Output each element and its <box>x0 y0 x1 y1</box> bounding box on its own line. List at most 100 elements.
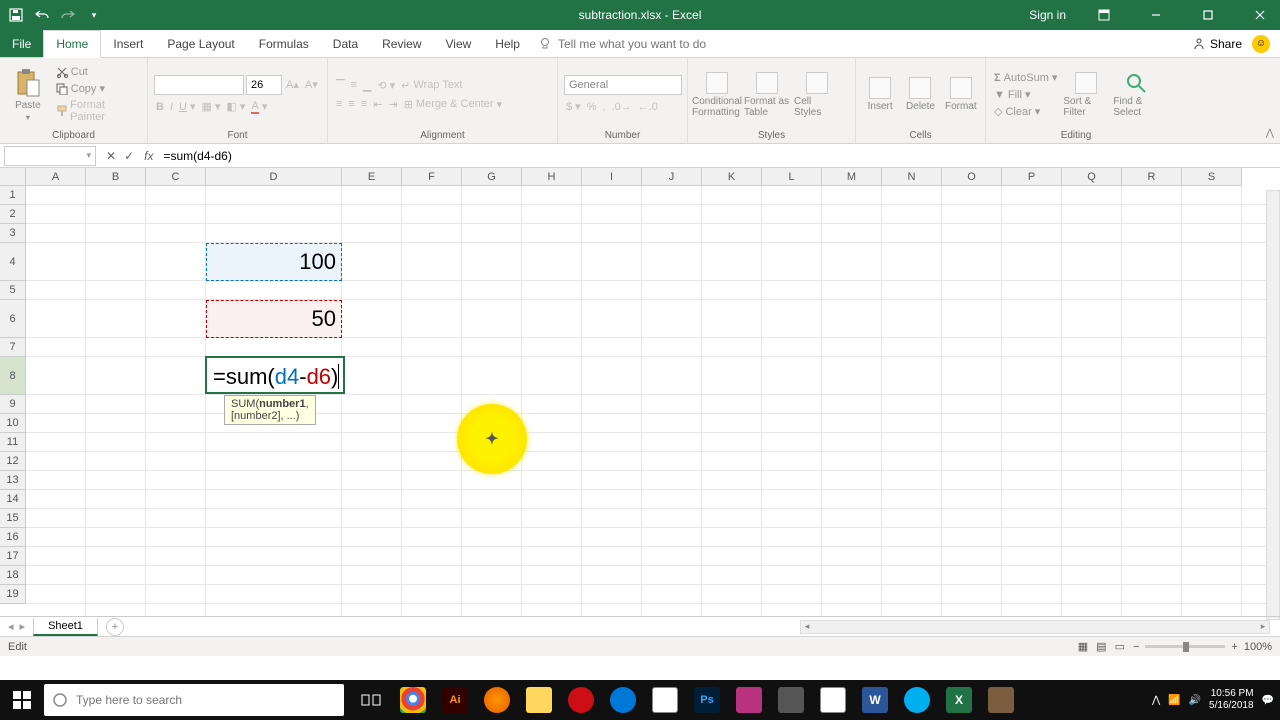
font-name-input[interactable] <box>154 75 244 95</box>
collapse-ribbon-icon[interactable]: ⋀ <box>1266 128 1274 139</box>
accounting-format-icon[interactable]: $ ▾ <box>564 99 583 114</box>
fx-icon[interactable]: fx <box>144 149 159 163</box>
page-break-view-icon[interactable]: ▭ <box>1115 640 1125 653</box>
sheet-tab-sheet1[interactable]: Sheet1 <box>33 618 98 636</box>
col-head-l[interactable]: L <box>762 168 822 186</box>
col-head-k[interactable]: K <box>702 168 762 186</box>
taskbar-opera-icon[interactable] <box>562 680 600 720</box>
col-head-c[interactable]: C <box>146 168 206 186</box>
enter-formula-icon[interactable]: ✓ <box>124 149 134 163</box>
cut-button[interactable]: Cut <box>54 65 141 79</box>
cell-d8-editing[interactable]: =sum(d4-d6) <box>205 356 345 394</box>
sheet-nav-prev-icon[interactable]: ◂ <box>8 620 14 633</box>
taskbar-edge-icon[interactable] <box>604 680 642 720</box>
row-head-4[interactable]: 4 <box>0 243 26 281</box>
normal-view-icon[interactable]: ▦ <box>1078 640 1088 653</box>
col-head-n[interactable]: N <box>882 168 942 186</box>
taskbar-search[interactable] <box>44 684 344 716</box>
col-head-d[interactable]: D <box>206 168 342 186</box>
row-head-1[interactable]: 1 <box>0 186 26 205</box>
row-head-7[interactable]: 7 <box>0 338 26 357</box>
tab-formulas[interactable]: Formulas <box>247 30 321 57</box>
signin-link[interactable]: Sign in <box>1029 8 1072 22</box>
taskbar-app-icon-1[interactable] <box>730 680 768 720</box>
feedback-icon[interactable]: ☺ <box>1252 35 1270 53</box>
cancel-formula-icon[interactable]: ✕ <box>106 149 116 163</box>
tab-help[interactable]: Help <box>483 30 532 57</box>
col-head-g[interactable]: G <box>462 168 522 186</box>
col-head-q[interactable]: Q <box>1062 168 1122 186</box>
share-button[interactable]: Share <box>1192 37 1242 51</box>
cell-d4[interactable]: 100 <box>206 243 342 281</box>
minimize-button[interactable] <box>1136 0 1176 30</box>
fill-button[interactable]: ▼ Fill ▾ <box>992 87 1059 102</box>
taskbar-notepad-icon[interactable] <box>814 680 852 720</box>
delete-cells-button[interactable]: Delete <box>902 61 938 128</box>
taskbar-word-icon[interactable]: W <box>856 680 894 720</box>
zoom-slider[interactable]: −+ 100% <box>1133 641 1272 653</box>
taskbar-firefox-icon[interactable] <box>478 680 516 720</box>
row-head-2[interactable]: 2 <box>0 205 26 224</box>
spreadsheet-grid[interactable]: ABCDEFGHIJKLMNOPQRS 12345678910111213141… <box>0 168 1280 616</box>
tray-chevron-icon[interactable]: ⋀ <box>1152 695 1160 706</box>
tab-home[interactable]: Home <box>43 30 101 58</box>
col-head-o[interactable]: O <box>942 168 1002 186</box>
row-head-6[interactable]: 6 <box>0 300 26 338</box>
cell-d6[interactable]: 50 <box>206 300 342 338</box>
col-head-b[interactable]: B <box>86 168 146 186</box>
increase-font-icon[interactable]: A▴ <box>284 77 301 92</box>
qat-customize-icon[interactable]: ▾ <box>86 7 102 23</box>
col-head-e[interactable]: E <box>342 168 402 186</box>
taskbar-app-icon-2[interactable] <box>772 680 810 720</box>
task-view-icon[interactable] <box>352 680 390 720</box>
redo-icon[interactable] <box>60 7 76 23</box>
row-head-15[interactable]: 15 <box>0 509 26 528</box>
tell-me-search[interactable] <box>538 30 758 57</box>
zoom-level[interactable]: 100% <box>1244 641 1272 653</box>
copy-button[interactable]: Copy ▾ <box>54 81 141 96</box>
align-left-icon[interactable]: ≡ <box>334 97 344 111</box>
save-icon[interactable] <box>8 7 24 23</box>
bold-button[interactable]: B <box>154 100 166 114</box>
tray-clock[interactable]: 10:56 PM 5/16/2018 <box>1209 688 1254 712</box>
undo-icon[interactable] <box>34 7 50 23</box>
taskbar-skype-icon[interactable] <box>898 680 936 720</box>
horizontal-scrollbar[interactable]: ◂▸ <box>800 620 1270 634</box>
sort-filter-button[interactable]: Sort & Filter <box>1063 61 1109 128</box>
tab-data[interactable]: Data <box>321 30 370 57</box>
taskbar-illustrator-icon[interactable]: Ai <box>436 680 474 720</box>
new-sheet-button[interactable]: + <box>106 618 124 636</box>
row-head-13[interactable]: 13 <box>0 471 26 490</box>
align-bottom-icon[interactable]: ▁ <box>361 78 373 93</box>
fill-color-button[interactable]: ◧ ▾ <box>224 99 247 114</box>
taskbar-app-icon-3[interactable] <box>982 680 1020 720</box>
row-head-16[interactable]: 16 <box>0 528 26 547</box>
row-head-5[interactable]: 5 <box>0 281 26 300</box>
col-head-a[interactable]: A <box>26 168 86 186</box>
col-head-p[interactable]: P <box>1002 168 1062 186</box>
col-head-m[interactable]: M <box>822 168 882 186</box>
number-format-select[interactable] <box>564 75 682 95</box>
row-head-9[interactable]: 9 <box>0 395 26 414</box>
sheet-nav-next-icon[interactable]: ▸ <box>20 620 26 633</box>
decrease-indent-icon[interactable]: ⇤ <box>371 97 384 112</box>
taskbar-store-icon[interactable] <box>646 680 684 720</box>
select-all-corner[interactable] <box>0 168 26 186</box>
tab-file[interactable]: File <box>0 30 43 57</box>
tray-network-icon[interactable]: 📶 <box>1168 695 1180 706</box>
vertical-scrollbar[interactable] <box>1266 190 1280 620</box>
col-head-f[interactable]: F <box>402 168 462 186</box>
close-button[interactable] <box>1240 0 1280 30</box>
taskbar-photoshop-icon[interactable]: Ps <box>688 680 726 720</box>
tab-review[interactable]: Review <box>370 30 433 57</box>
font-color-button[interactable]: A ▾ <box>249 99 269 115</box>
page-layout-view-icon[interactable]: ▤ <box>1096 640 1106 653</box>
tab-insert[interactable]: Insert <box>101 30 155 57</box>
percent-format-icon[interactable]: % <box>585 100 599 114</box>
row-head-10[interactable]: 10 <box>0 414 26 433</box>
find-select-button[interactable]: Find & Select <box>1113 61 1159 128</box>
underline-button[interactable]: U ▾ <box>177 99 197 114</box>
increase-decimal-icon[interactable]: .0→ <box>610 100 634 114</box>
row-head-14[interactable]: 14 <box>0 490 26 509</box>
row-head-18[interactable]: 18 <box>0 566 26 585</box>
